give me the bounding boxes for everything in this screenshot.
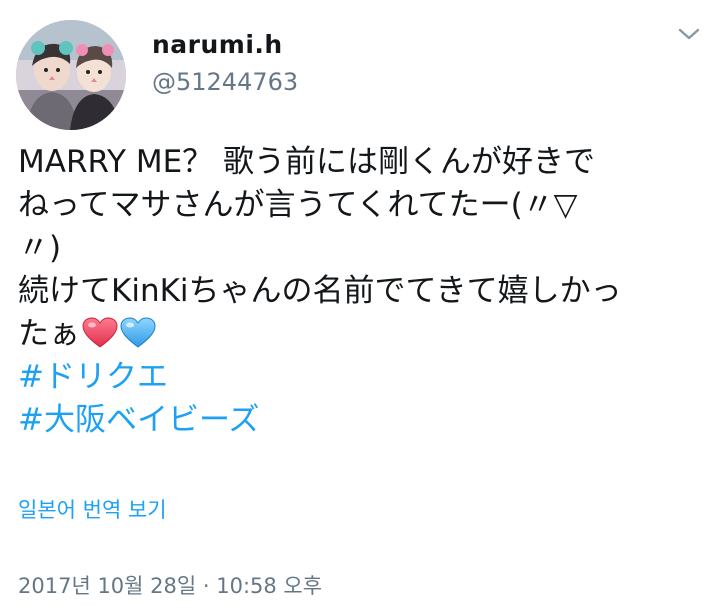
translate-tweet-link[interactable]: 일본어 번역 보기 — [18, 494, 167, 524]
red-heart-icon — [82, 317, 118, 349]
hashtag-link[interactable]: #大阪ベイビーズ — [18, 399, 708, 442]
chevron-down-icon[interactable] — [676, 24, 702, 44]
blue-heart-icon — [120, 317, 156, 349]
tweet-card: narumi.h @51244763 MARRY ME？ 歌う前には剛くんが好き… — [0, 0, 720, 607]
author-handle[interactable]: @51244763 — [152, 68, 298, 96]
hashtag-link[interactable]: #ドリクエ — [18, 356, 708, 399]
tweet-timestamp[interactable]: 2017년 10월 28일 · 10:58 오후 — [18, 570, 322, 600]
tweet-text-line: ねってマサさんが言うてくれてたー(〃▽ — [18, 187, 578, 223]
author-display-name[interactable]: narumi.h — [152, 30, 283, 59]
tweet-text-line-with-emoji: たぁ — [18, 313, 708, 356]
avatar[interactable] — [16, 20, 126, 130]
tweet-text-line: 〃) — [18, 230, 62, 266]
tweet-text-line: 続けてKinKiちゃんの名前でてきて嬉しかっ — [18, 273, 622, 309]
tweet-text-line: MARRY ME？ 歌う前には剛くんが好きで — [18, 144, 596, 180]
tweet-text-line: たぁ — [18, 316, 80, 352]
tweet-text: MARRY ME？ 歌う前には剛くんが好きで ねってマサさんが言うてくれてたー(… — [18, 141, 708, 442]
